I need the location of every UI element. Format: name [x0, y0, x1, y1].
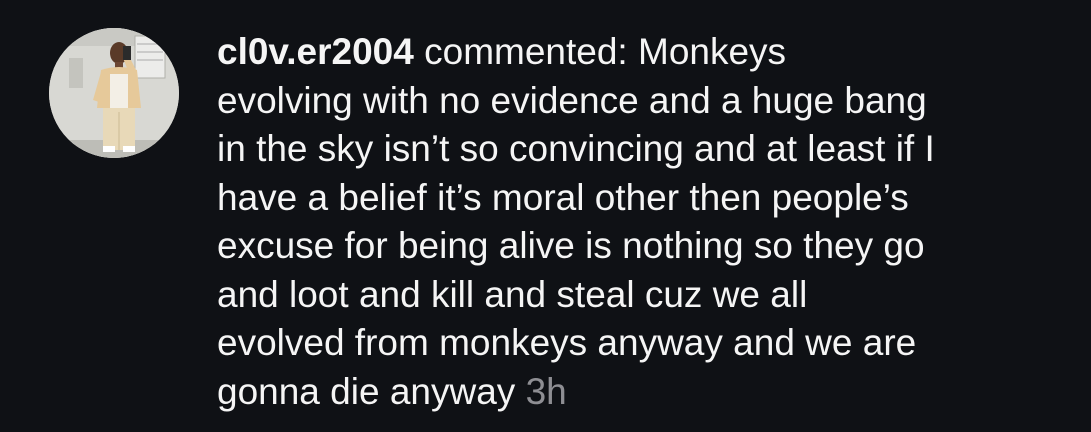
- comment-body: Monkeys evolving with no evidence and a …: [217, 31, 935, 412]
- comment-screen: cl0v.er2004 commented: Monkeys evolving …: [0, 0, 1091, 432]
- comment-text: cl0v.er2004 commented: Monkeys evolving …: [217, 28, 1067, 416]
- avatar-photo: [49, 28, 179, 158]
- comment-username[interactable]: cl0v.er2004: [217, 31, 414, 72]
- comment-action: commented:: [413, 31, 638, 72]
- avatar[interactable]: [49, 28, 179, 158]
- comment-timestamp: 3h: [525, 370, 567, 412]
